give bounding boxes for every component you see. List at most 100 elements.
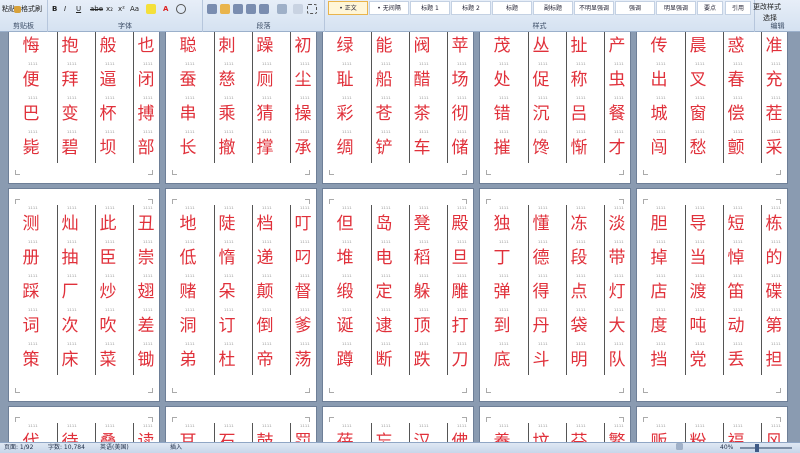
character-cell[interactable]: ıııı 炒 xyxy=(96,273,133,307)
subscript-button[interactable]: x₂ xyxy=(106,3,113,15)
format-painter-button[interactable]: 格式刷 xyxy=(14,3,42,15)
line-spacing-button[interactable] xyxy=(277,3,287,15)
character-cell[interactable]: ıııı 稻 xyxy=(410,239,447,273)
character-cell[interactable]: ıııı抱 xyxy=(58,32,95,61)
character-cell[interactable]: ıııı 養 xyxy=(490,423,528,442)
character-cell[interactable]: ıııı 动 xyxy=(724,307,761,341)
align-right-button[interactable] xyxy=(233,3,243,15)
character-cell[interactable]: ıııı 撤 xyxy=(215,129,252,163)
character-cell[interactable]: ıııı 党 xyxy=(686,341,723,375)
character-cell[interactable]: ıııı 岛 xyxy=(372,205,409,239)
character-cell[interactable]: ıııı 变 xyxy=(58,95,95,129)
character-cell[interactable]: ıııı阀 xyxy=(410,32,447,61)
character-cell[interactable]: ıııı 便 xyxy=(19,61,57,95)
character-cell[interactable]: ıııı 赌 xyxy=(176,273,214,307)
character-cell[interactable]: ıııı 抽 xyxy=(58,239,95,273)
style-heading1[interactable]: 标题 1 xyxy=(410,1,450,15)
character-cell[interactable]: ıııı般 xyxy=(96,32,133,61)
zoom-level[interactable]: 40% xyxy=(720,443,733,453)
character-cell[interactable]: ıııı 床 xyxy=(58,341,95,375)
character-cell[interactable]: ıııı 洞 xyxy=(176,307,214,341)
character-cell[interactable]: ıııı 朵 xyxy=(215,273,252,307)
character-cell[interactable]: ıııı茂 xyxy=(490,32,528,61)
align-left-button[interactable] xyxy=(207,3,217,15)
character-cell[interactable]: ıııı 逼 xyxy=(96,61,133,95)
page-count[interactable]: 页面: 1/92 xyxy=(4,443,33,453)
character-cell[interactable]: ıııı 渡 xyxy=(686,273,723,307)
zoom-slider[interactable] xyxy=(740,447,792,449)
character-cell[interactable]: ıııı 厂 xyxy=(58,273,95,307)
character-cell[interactable]: ıııı 册 xyxy=(19,239,57,273)
character-cell[interactable]: ıııı 担 xyxy=(762,341,799,375)
justify-button[interactable] xyxy=(246,3,256,15)
character-cell[interactable]: ıııı 吕 xyxy=(567,95,604,129)
style-subtle-emphasis[interactable]: 不明显强调 xyxy=(574,1,614,15)
character-cell[interactable]: ıııı 顶 xyxy=(410,307,447,341)
document-page[interactable]: ıııı 蓓 ıııı 忘 ıııı 汉 ıııı 佛 xyxy=(322,406,474,442)
character-cell[interactable]: ıııı 定 xyxy=(372,273,409,307)
style-heading2[interactable]: 标题 2 xyxy=(451,1,491,15)
character-cell[interactable]: ıııı 粉 xyxy=(686,423,723,442)
character-cell[interactable]: ıııı 耻 xyxy=(333,61,371,95)
character-cell[interactable]: ıııı 坟 xyxy=(529,423,566,442)
character-cell[interactable]: ıııı 蹲 xyxy=(333,341,371,375)
character-cell[interactable]: ıııı 撑 xyxy=(253,129,290,163)
style-no-spacing[interactable]: • 无间隔 xyxy=(369,1,409,15)
character-cell[interactable]: ıııı 待 xyxy=(58,423,95,442)
character-cell[interactable]: ıııı 弟 xyxy=(176,341,214,375)
character-cell[interactable]: ıııı 出 xyxy=(647,61,685,95)
character-cell[interactable]: ıııı 独 xyxy=(490,205,528,239)
document-page[interactable]: ıııı聪ıııı蚕ıııı串ıııı长ıııı刺ıııı慈ıııı乘ıııı撤… xyxy=(165,32,317,184)
character-cell[interactable]: ıııı 躲 xyxy=(410,273,447,307)
document-page[interactable]: ıııı茂ıııı处ıııı错ıııı摧ıııı丛ıııı促ıııı沉ıııı馋… xyxy=(479,32,631,184)
style-intense-emphasis[interactable]: 明显强调 xyxy=(656,1,696,15)
character-cell[interactable]: ıııı躁 xyxy=(253,32,290,61)
character-cell[interactable]: ıııı 掉 xyxy=(647,239,685,273)
character-cell[interactable]: ıııı 订 xyxy=(215,307,252,341)
font-color-button[interactable]: A xyxy=(163,3,168,15)
character-cell[interactable]: ıııı 陡 xyxy=(215,205,252,239)
character-cell[interactable]: ıııı 逮 xyxy=(372,307,409,341)
borders-button[interactable] xyxy=(307,3,317,15)
character-cell[interactable]: ıııı 惭 xyxy=(567,129,604,163)
character-cell[interactable]: ıııı 丁 xyxy=(490,239,528,273)
character-cell[interactable]: ıııı 颠 xyxy=(253,273,290,307)
character-cell[interactable]: ıııı 测 xyxy=(19,205,57,239)
character-cell[interactable]: ıııı 跌 xyxy=(410,341,447,375)
character-cell[interactable]: ıııı聪 xyxy=(176,32,214,61)
character-cell[interactable]: ıııı 短 xyxy=(724,205,761,239)
align-center-button[interactable] xyxy=(220,3,230,15)
character-cell[interactable]: ıııı 倒 xyxy=(253,307,290,341)
character-cell[interactable]: ıııı绿 xyxy=(333,32,371,61)
character-cell[interactable]: ıııı 明 xyxy=(567,341,604,375)
character-cell[interactable]: ıııı 杯 xyxy=(96,95,133,129)
character-cell[interactable]: ıııı 坝 xyxy=(96,129,133,163)
character-cell[interactable]: ıııı 地 xyxy=(176,205,214,239)
character-cell[interactable]: ıııı 绸 xyxy=(333,129,371,163)
character-cell[interactable]: ıııı 忘 xyxy=(372,423,409,442)
character-cell[interactable]: ıııı惑 xyxy=(724,32,761,61)
character-cell[interactable]: ıııı 福 xyxy=(724,423,761,442)
language-indicator[interactable]: 英语(美国) xyxy=(100,443,129,453)
character-cell[interactable]: ıııı 叉 xyxy=(686,61,723,95)
character-cell[interactable]: ıııı 胆 xyxy=(647,205,685,239)
character-cell[interactable]: ıııı 茬 xyxy=(762,95,799,129)
character-cell[interactable]: ıııı 茶 xyxy=(410,95,447,129)
character-cell[interactable]: ıııı 度 xyxy=(647,307,685,341)
character-cell[interactable]: ıııı 点 xyxy=(567,273,604,307)
character-cell[interactable]: ıııı 策 xyxy=(19,341,57,375)
character-cell[interactable]: ıııı 闯 xyxy=(647,129,685,163)
character-cell[interactable]: ıııı 耳 xyxy=(176,423,214,442)
character-cell[interactable]: ıııı 凳 xyxy=(410,205,447,239)
character-cell[interactable]: ıııı 芬 xyxy=(567,423,604,442)
character-cell[interactable]: ıııı 悼 xyxy=(724,239,761,273)
character-cell[interactable]: ıııı 帝 xyxy=(253,341,290,375)
character-cell[interactable]: ıııı 第 xyxy=(762,307,799,341)
character-cell[interactable]: ıııı能 xyxy=(372,32,409,61)
character-cell[interactable]: ıııı传 xyxy=(647,32,685,61)
character-cell[interactable]: ıııı 称 xyxy=(567,61,604,95)
character-cell[interactable]: ıııı 笛 xyxy=(724,273,761,307)
document-page[interactable]: ıııı传ıııı出ıııı城ıııı闯ıııı晨ıııı叉ıııı窗ıııı愁… xyxy=(636,32,788,184)
character-cell[interactable]: ıııı 颤 xyxy=(724,129,761,163)
character-cell[interactable]: ıııı 贩 xyxy=(647,423,685,442)
